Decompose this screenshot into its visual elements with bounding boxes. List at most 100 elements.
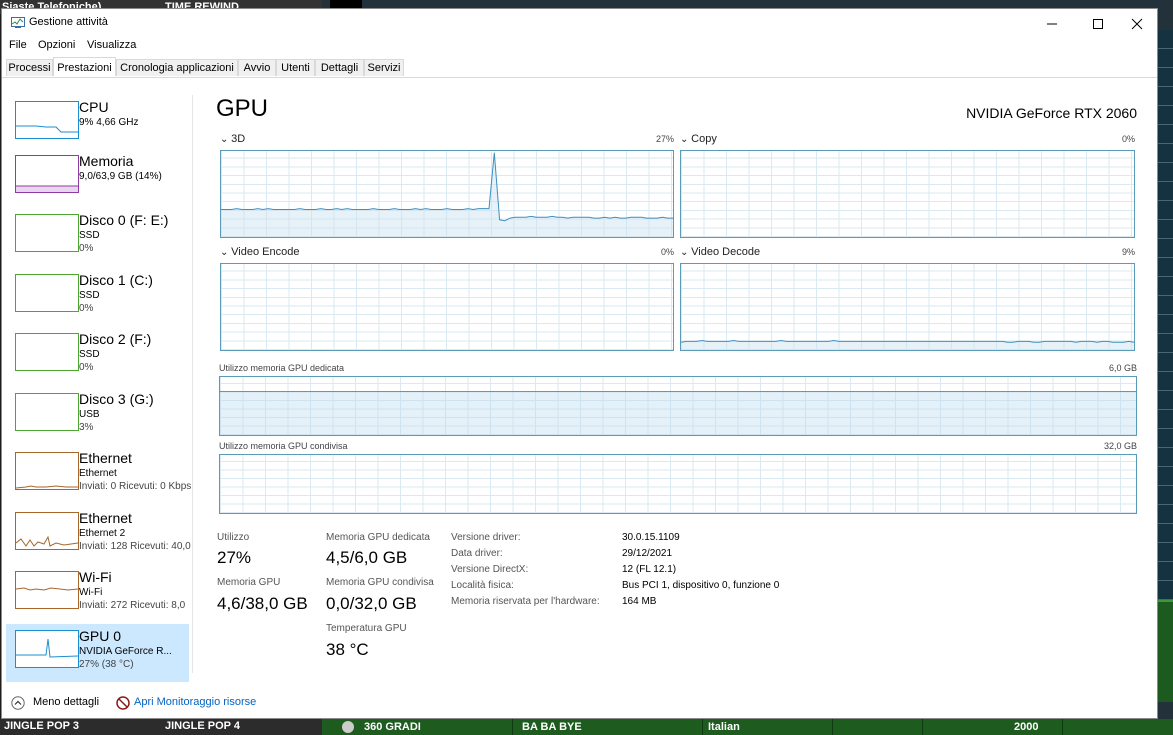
detail-label: Memoria riservata per l'hardware:	[451, 596, 600, 607]
resource-item-3[interactable]: Disco 1 (C:) SSD 0%	[6, 268, 189, 326]
chevron-down-icon[interactable]: ⌄	[680, 134, 691, 145]
resource-item-8[interactable]: Wi-Fi Wi-Fi Inviati: 272 Ricevuti: 8,0	[6, 565, 189, 623]
dedicated-memory-graph	[219, 376, 1137, 436]
resource-line3: Inviati: 0 Ricevuti: 0 Kbps	[79, 481, 192, 492]
resource-name: Ethernet	[79, 450, 132, 466]
resource-name: Disco 1 (C:)	[79, 272, 153, 288]
resource-name: Memoria	[79, 153, 134, 169]
engine-name: Video Decode	[691, 246, 761, 258]
resource-item-0[interactable]: CPU 9% 4,66 GHz	[6, 95, 189, 153]
bg-row-artist: BA BA BYE	[522, 721, 582, 733]
bg-row-year: 2000	[1014, 721, 1039, 733]
dedicated-memory-max: 6,0 GB	[1108, 363, 1137, 373]
footer: Meno dettagli Apri Monitoraggio risorse	[2, 688, 1157, 718]
resource-thumbnail	[15, 512, 79, 550]
tab-cronologia-applicazioni[interactable]: Cronologia applicazioni	[116, 59, 238, 76]
dedicated-memory-label: Utilizzo memoria GPU dedicata	[219, 363, 345, 373]
shared-memory-graph	[219, 454, 1137, 514]
engine-label-1[interactable]: ⌄ Copy	[680, 133, 717, 145]
resource-item-1[interactable]: Memoria 9,0/63,9 GB (14%)	[6, 149, 189, 207]
bg-row-lang: Italian	[708, 721, 740, 733]
title-bar[interactable]: Gestione attività	[2, 9, 1157, 37]
gpu-memory-value: 4,6/38,0 GB	[217, 594, 308, 613]
tab-processi[interactable]: Processi	[6, 59, 53, 76]
dedicated-memory-fill	[220, 390, 1136, 435]
resource-thumbnail	[15, 214, 79, 252]
resource-line3: Inviati: 128 Ricevuti: 40,0	[79, 541, 191, 552]
resource-line2: NVIDIA GeForce R...	[79, 646, 172, 657]
resource-line2: USB	[79, 409, 100, 420]
bg-footer-text-2: JINGLE POP 4	[165, 720, 240, 732]
chevron-up-icon[interactable]	[11, 696, 25, 710]
less-details-link[interactable]: Meno dettagli	[33, 696, 99, 708]
detail-value: 30.0.15.1109	[622, 532, 680, 543]
resource-list: CPU 9% 4,66 GHz Memoria 9,0/63,9 GB (14%) Di…	[2, 89, 194, 683]
chevron-down-icon[interactable]: ⌄	[220, 134, 231, 145]
detail-label: Località fisica:	[451, 580, 514, 591]
utilization-value: 27%	[217, 548, 252, 567]
resource-item-4[interactable]: Disco 2 (F:) SSD 0%	[6, 327, 189, 385]
minimize-icon	[1047, 23, 1057, 25]
close-button[interactable]	[1114, 9, 1160, 37]
resource-item-9[interactable]: GPU 0 NVIDIA GeForce R... 27% (38 °C)	[6, 624, 189, 682]
resource-item-6[interactable]: Ethernet Ethernet Inviati: 0 Ricevuti: 0 K…	[6, 446, 192, 504]
resource-line2: 9,0/63,9 GB (14%)	[79, 171, 162, 182]
background-playlist-row: 360 GRADI BA BA BYE Italian 2000	[322, 719, 1173, 735]
resource-item-5[interactable]: Disco 3 (G:) USB 3%	[6, 387, 189, 445]
shared-memory-label: Utilizzo memoria GPU condivisa	[219, 441, 348, 451]
chevron-down-icon[interactable]: ⌄	[680, 247, 691, 258]
close-icon	[1131, 18, 1143, 30]
resource-name: Disco 2 (F:)	[79, 331, 152, 347]
tab-avvio[interactable]: Avvio	[238, 59, 276, 76]
engine-area	[681, 340, 1134, 350]
engine-percent: 0%	[660, 247, 674, 257]
engine-percent: 27%	[655, 134, 674, 144]
bg-footer-text-1: JINGLE POP 3	[4, 720, 79, 732]
detail-label: Data driver:	[451, 548, 503, 559]
dedicated-memory-stat-value: 4,5/6,0 GB	[326, 548, 408, 567]
resource-thumbnail	[15, 452, 79, 490]
resource-thumbnail	[15, 155, 79, 193]
tab-prestazioni[interactable]: Prestazioni	[53, 57, 116, 76]
engine-label-2[interactable]: ⌄ Video Encode	[220, 246, 299, 258]
resource-thumbnail	[15, 630, 79, 668]
resource-line2: 9% 4,66 GHz	[79, 117, 139, 128]
resource-name: Wi-Fi	[79, 569, 112, 585]
shared-memory-stat-value: 0,0/32,0 GB	[326, 594, 417, 613]
resource-line3: 27% (38 °C)	[79, 659, 134, 670]
open-resource-monitor-link[interactable]: Apri Monitoraggio risorse	[134, 696, 256, 708]
resource-line2: SSD	[79, 230, 100, 241]
utilization-label: Utilizzo	[217, 532, 250, 543]
resource-thumbnail	[15, 101, 79, 139]
minimize-button[interactable]	[1029, 9, 1075, 37]
resource-item-2[interactable]: Disco 0 (F: E:) SSD 0%	[6, 208, 189, 266]
gpu-memory-label: Memoria GPU	[217, 577, 281, 588]
menu-file[interactable]: File	[9, 39, 27, 51]
engine-graph-0	[220, 150, 674, 238]
chevron-down-icon[interactable]: ⌄	[220, 247, 231, 258]
tab-servizi[interactable]: Servizi	[364, 59, 404, 76]
maximize-icon	[1093, 19, 1103, 29]
menu-opzioni[interactable]: Opzioni	[38, 39, 75, 51]
resource-line2: SSD	[79, 290, 100, 301]
resource-item-7[interactable]: Ethernet Ethernet 2 Inviati: 128 Ricevuti:…	[6, 506, 191, 564]
engine-percent: 0%	[1121, 134, 1135, 144]
detail-value: Bus PCI 1, dispositivo 0, funzione 0	[622, 580, 780, 591]
engine-graph-2	[220, 263, 674, 351]
engine-name: 3D	[231, 133, 246, 145]
tab-utenti[interactable]: Utenti	[276, 59, 315, 76]
menu-visualizza[interactable]: Visualizza	[87, 39, 136, 51]
dedicated-memory-stat-label: Memoria GPU dedicata	[326, 532, 430, 543]
engine-name: Copy	[691, 133, 717, 145]
tab-dettagli[interactable]: Dettagli	[315, 59, 364, 76]
task-manager-window: Gestione attività File Opzioni Visualizz…	[1, 8, 1158, 719]
background-green-panel	[1157, 600, 1173, 702]
resource-thumbnail	[15, 571, 79, 609]
resource-name: Ethernet	[79, 510, 132, 526]
engine-label-0[interactable]: ⌄ 3D	[220, 133, 245, 145]
engine-label-3[interactable]: ⌄ Video Decode	[680, 246, 760, 258]
gpu-temperature-label: Temperatura GPU	[326, 623, 407, 634]
shared-memory-stat-label: Memoria GPU condivisa	[326, 577, 434, 588]
resource-thumbnail	[15, 393, 79, 431]
resource-line3: Inviati: 272 Ricevuti: 8,0	[79, 600, 186, 611]
